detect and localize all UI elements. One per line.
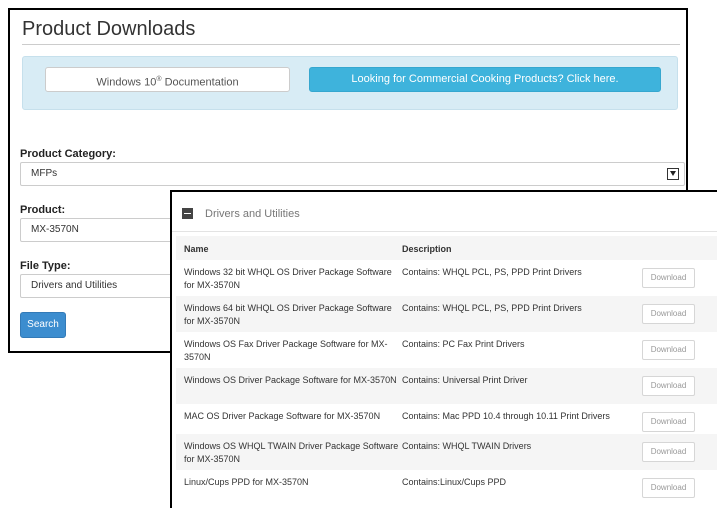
- file-type-label: File Type:: [20, 260, 71, 272]
- drivers-utilities-header[interactable]: Drivers and Utilities: [172, 192, 717, 232]
- product-category-value: MFPs: [31, 168, 58, 179]
- download-button[interactable]: Download: [642, 478, 695, 498]
- doc-button-label: Windows 10: [96, 76, 157, 89]
- file-type-value: Drivers and Utilities: [31, 280, 118, 291]
- driver-description: Contains:Linux/Cups PPD: [402, 477, 507, 487]
- drivers-utilities-panel: Drivers and Utilities Name Description W…: [170, 190, 717, 508]
- driver-description: Contains: WHQL TWAIN Drivers: [402, 441, 532, 451]
- product-label: Product:: [20, 204, 66, 216]
- table-row: Windows OS Driver Package Software for M…: [176, 368, 717, 404]
- download-button[interactable]: Download: [642, 304, 695, 324]
- download-button[interactable]: Download: [642, 412, 695, 432]
- table-row: Windows OS WHQL TWAIN Driver Package Sof…: [176, 434, 717, 470]
- driver-name: Windows OS WHQL TWAIN Driver Package Sof…: [184, 441, 399, 464]
- column-header-description: Description: [402, 244, 452, 254]
- table-row: Windows 32 bit WHQL OS Driver Package So…: [176, 260, 717, 296]
- product-value: MX-3570N: [31, 224, 79, 235]
- product-category-label: Product Category:: [20, 148, 116, 160]
- table-row: Windows OS Fax Driver Package Software f…: [176, 332, 717, 368]
- driver-description: Contains: Universal Print Driver: [402, 375, 528, 385]
- driver-name: Windows 64 bit WHQL OS Driver Package So…: [184, 303, 392, 326]
- collapse-icon[interactable]: [182, 208, 193, 219]
- search-button[interactable]: Search: [20, 312, 66, 338]
- page-title: Product Downloads: [22, 18, 196, 40]
- product-category-select[interactable]: MFPs: [20, 162, 685, 186]
- driver-description: Contains: WHQL PCL, PS, PPD Print Driver…: [402, 267, 582, 277]
- drivers-utilities-title: Drivers and Utilities: [205, 208, 300, 220]
- chevron-down-icon[interactable]: [667, 168, 679, 180]
- driver-name: Windows OS Fax Driver Package Software f…: [184, 339, 388, 362]
- download-button[interactable]: Download: [642, 376, 695, 396]
- driver-name: Windows OS Driver Package Software for M…: [184, 375, 397, 385]
- column-header-name: Name: [184, 244, 209, 254]
- commercial-cooking-button[interactable]: Looking for Commercial Cooking Products?…: [309, 67, 661, 92]
- quick-links-strip: Windows 10® Documentation Looking for Co…: [22, 56, 678, 110]
- driver-description: Contains: WHQL PCL, PS, PPD Print Driver…: [402, 303, 582, 313]
- driver-name: Windows 32 bit WHQL OS Driver Package So…: [184, 267, 392, 290]
- driver-name: MAC OS Driver Package Software for MX-35…: [184, 411, 381, 421]
- driver-description: Contains: PC Fax Print Drivers: [402, 339, 525, 349]
- windows-10-documentation-button[interactable]: Windows 10® Documentation: [45, 67, 290, 92]
- doc-button-suffix: Documentation: [161, 76, 239, 89]
- driver-name: Linux/Cups PPD for MX-3570N: [184, 477, 309, 487]
- download-button[interactable]: Download: [642, 442, 695, 462]
- table-row: Linux/Cups PPD for MX-3570N Contains:Lin…: [176, 470, 717, 506]
- download-button[interactable]: Download: [642, 268, 695, 288]
- download-button[interactable]: Download: [642, 340, 695, 360]
- table-row: Windows 64 bit WHQL OS Driver Package So…: [176, 296, 717, 332]
- driver-description: Contains: Mac PPD 10.4 through 10.11 Pri…: [402, 411, 610, 421]
- title-divider: [22, 44, 680, 45]
